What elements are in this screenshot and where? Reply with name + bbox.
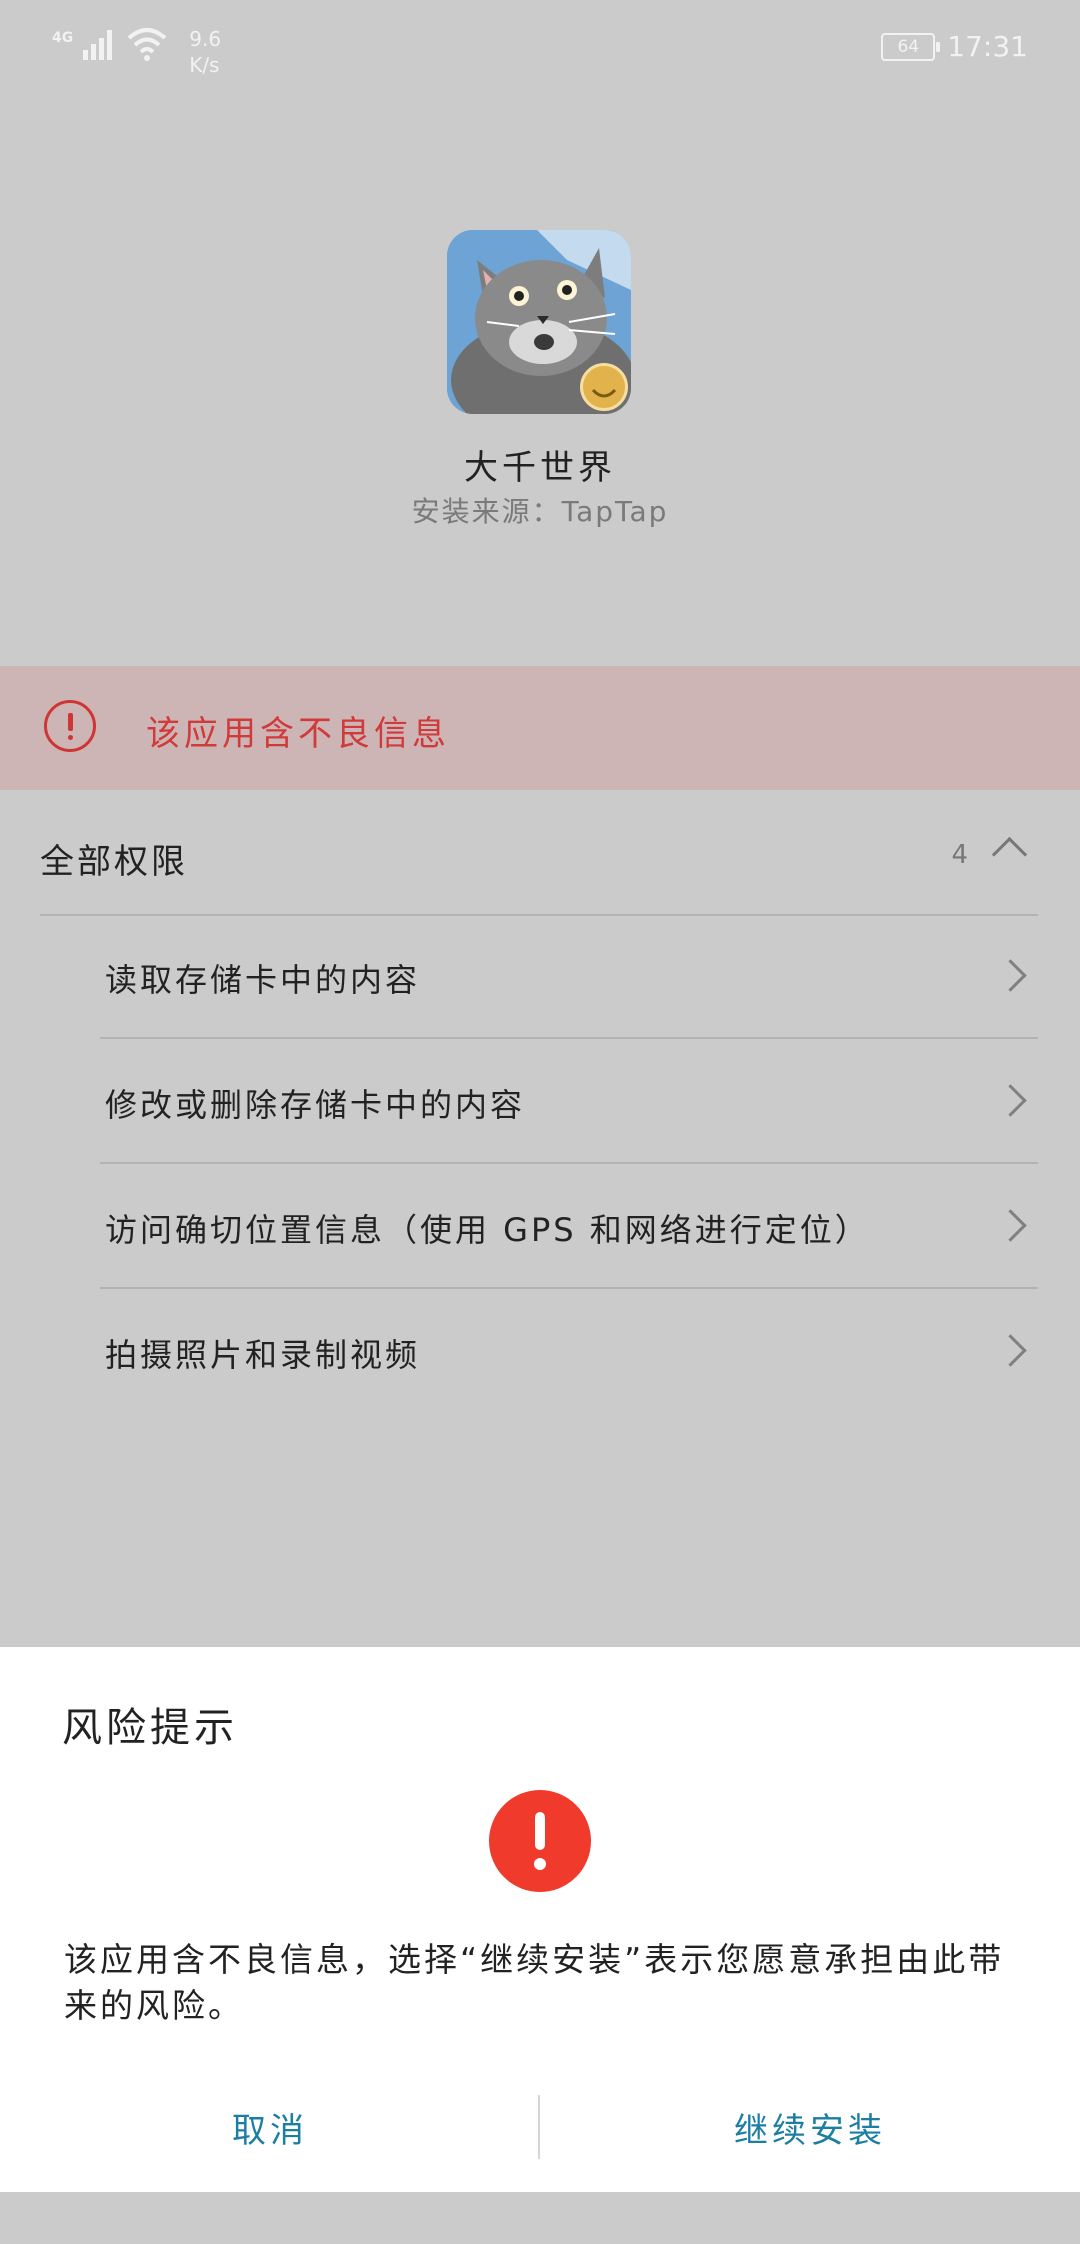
chevron-right-icon <box>994 1084 1027 1117</box>
permission-label: 拍摄照片和录制视频 <box>105 1336 421 1374</box>
risk-dialog: 风险提示 该应用含不良信息，选择“继续安装”表示您愿意承担由此带来的风险。 取消… <box>0 1647 1080 2192</box>
dialog-title: 风险提示 <box>62 1705 238 1751</box>
chevron-right-icon <box>994 1334 1027 1367</box>
permission-label: 修改或删除存储卡中的内容 <box>105 1086 526 1124</box>
permission-label: 读取存储卡中的内容 <box>105 961 421 999</box>
battery-level: 64 <box>897 36 920 57</box>
permission-item[interactable]: 访问确切位置信息（使用 GPS 和网络进行定位） <box>100 1164 1038 1289</box>
permissions-count: 4 <box>951 840 968 870</box>
continue-install-button[interactable]: 继续安装 <box>540 2087 1080 2167</box>
install-source: 安装来源：TapTap <box>411 495 669 528</box>
dialog-message: 该应用含不良信息，选择“继续安装”表示您愿意承担由此带来的风险。 <box>64 1940 1005 2025</box>
clock: 17:31 <box>947 30 1028 63</box>
cancel-button[interactable]: 取消 <box>0 2087 540 2167</box>
chevron-right-icon <box>994 959 1027 992</box>
status-bar: 4G 9.6 K/s 64 17:31 <box>0 0 1080 100</box>
signal-icon <box>83 30 113 60</box>
warning-text: 该应用含不良信息 <box>146 714 450 754</box>
speed-value: 9.6 <box>189 27 222 51</box>
chevron-up-icon[interactable] <box>991 836 1028 873</box>
network-type: 4G <box>52 30 74 46</box>
alert-circle-icon <box>44 700 96 752</box>
battery-icon: 64 <box>881 32 941 61</box>
permission-item[interactable]: 修改或删除存储卡中的内容 <box>100 1039 1038 1164</box>
status-left: 4G 9.6 K/s <box>52 26 221 78</box>
dialog-actions: 取消 继续安装 <box>0 2087 1080 2167</box>
permission-item[interactable]: 拍摄照片和录制视频 <box>100 1289 1038 1412</box>
speed-unit: K/s <box>189 53 220 77</box>
permissions-header[interactable]: 全部权限 4 <box>40 792 1038 916</box>
network-speed: 9.6 K/s <box>189 26 221 78</box>
wifi-icon <box>127 28 167 61</box>
permission-item[interactable]: 读取存储卡中的内容 <box>100 914 1038 1039</box>
permissions-title: 全部权限 <box>40 842 188 882</box>
chevron-right-icon <box>994 1209 1027 1242</box>
permission-label: 访问确切位置信息（使用 GPS 和网络进行定位） <box>105 1211 870 1249</box>
smiley-badge-icon <box>580 363 628 411</box>
app-name: 大千世界 <box>464 448 616 488</box>
exclamation-icon <box>489 1790 591 1892</box>
status-right: 64 17:31 <box>881 30 1028 63</box>
warning-banner: 该应用含不良信息 <box>0 666 1080 790</box>
